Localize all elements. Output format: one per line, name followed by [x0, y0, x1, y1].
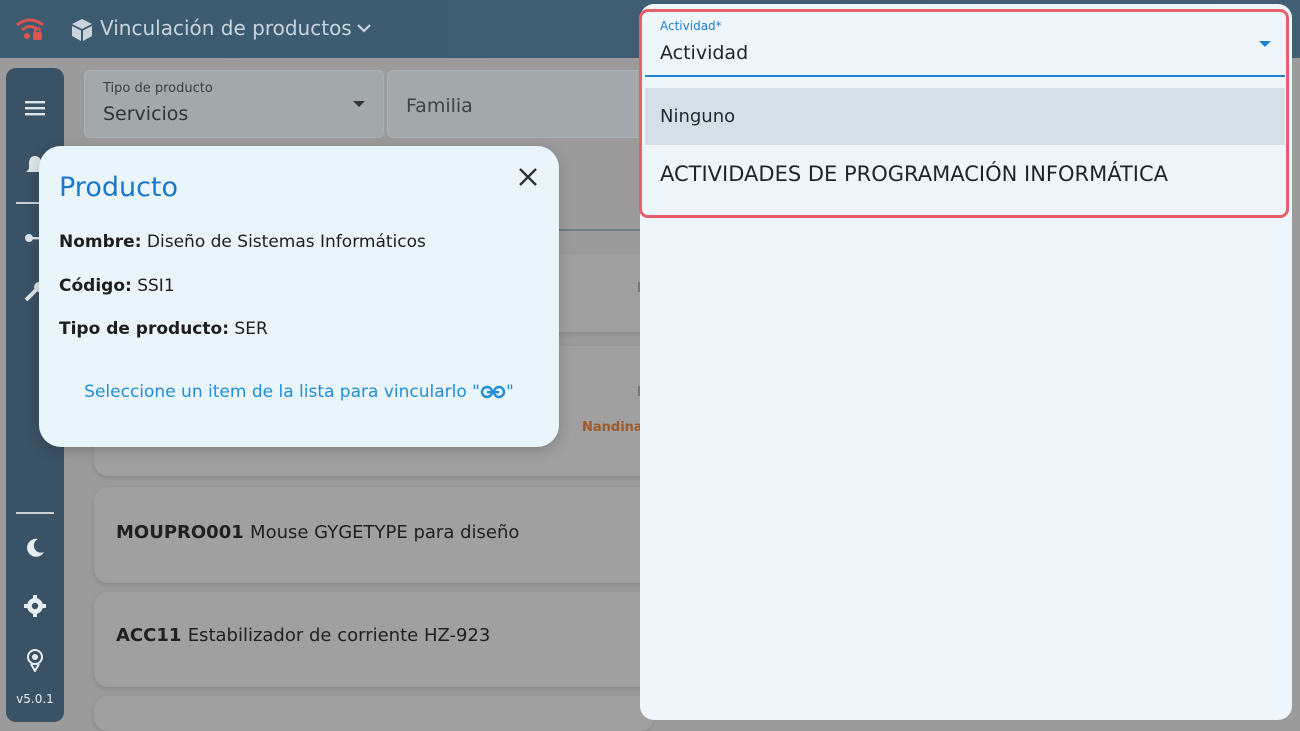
codigo-row: Código: SSI1 — [59, 276, 175, 296]
tipo-producto-value: Servicios — [103, 103, 189, 125]
familia-placeholder: Familia — [406, 95, 473, 117]
tipo-producto-select[interactable]: Tipo de producto Servicios — [84, 70, 384, 138]
gear-icon[interactable] — [23, 594, 47, 618]
moon-icon[interactable] — [23, 536, 47, 560]
wifi-off-icon[interactable] — [14, 14, 46, 44]
menu-icon[interactable] — [23, 96, 47, 120]
link-icon — [480, 385, 506, 399]
caret-down-icon — [353, 101, 365, 107]
item-code: MOUPRO001 Mouse GYGETYPE para diseño — [116, 522, 520, 543]
list-item[interactable]: MOUPRO001 Mouse GYGETYPE para diseño — [94, 487, 654, 583]
version-label: v5.0.1 — [16, 692, 54, 706]
popup-title: Producto — [59, 172, 179, 203]
close-icon[interactable] — [517, 166, 539, 188]
list-item[interactable] — [94, 696, 654, 731]
link-hint: Seleccione un item de la lista para vinc… — [84, 382, 514, 402]
chevron-down-icon[interactable] — [356, 20, 372, 36]
product-popup: Producto Nombre: Diseño de Sistemas Info… — [39, 146, 559, 447]
nombre-row: Nombre: Diseño de Sistemas Informáticos — [59, 232, 426, 252]
page-title: Vinculación de productos — [100, 16, 352, 40]
familia-select[interactable]: Familia — [387, 70, 647, 138]
item-code: ACC11 Estabilizador de corriente HZ-923 — [116, 625, 491, 646]
sidebar-divider — [16, 512, 54, 514]
list-item[interactable]: ACC11 Estabilizador de corriente HZ-923 — [94, 592, 654, 687]
tipo-row: Tipo de producto: SER — [59, 319, 268, 339]
logo-icon — [27, 649, 43, 672]
highlight-frame — [639, 9, 1289, 218]
nandina-tag: Nandina — [582, 420, 643, 435]
cube-icon — [72, 19, 92, 41]
tipo-producto-label: Tipo de producto — [103, 81, 213, 96]
